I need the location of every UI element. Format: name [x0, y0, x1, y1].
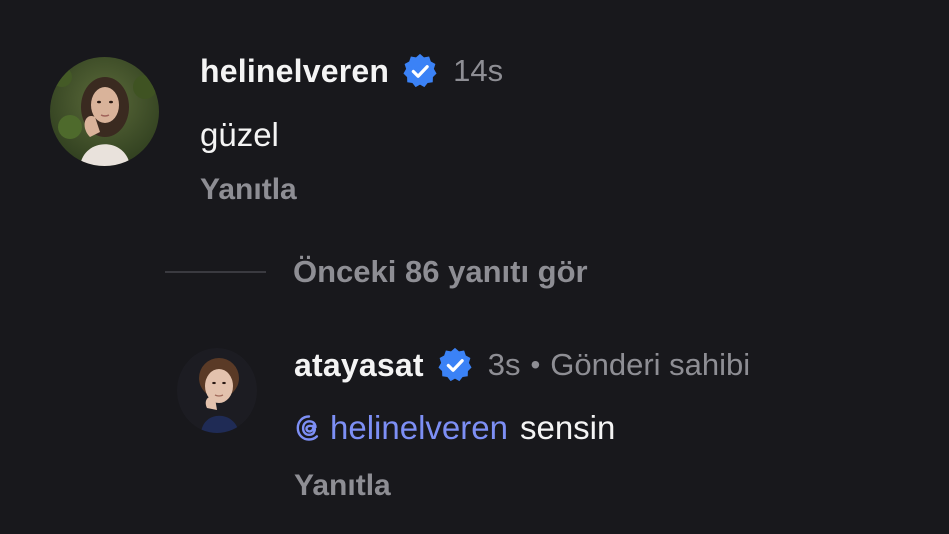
- comment-text: helinelveren sensin: [294, 409, 615, 447]
- mention-username: helinelveren: [330, 409, 508, 446]
- thread-line: [165, 271, 266, 273]
- separator-dot: •: [530, 349, 541, 380]
- verified-badge-icon: [436, 346, 474, 384]
- avatar-atayasat-image: [177, 348, 257, 433]
- comment-body: sensin: [519, 409, 616, 446]
- comment-header: atayasat 3s • Gönderi sahibi: [294, 344, 750, 386]
- reply-button[interactable]: Yanıtla: [294, 469, 391, 503]
- comment-text: güzel: [200, 116, 279, 153]
- reply-button[interactable]: Yanıtla: [200, 173, 297, 207]
- timestamp: 3s: [487, 347, 521, 382]
- verified-badge-icon: [401, 52, 439, 90]
- username[interactable]: helinelveren: [200, 53, 389, 90]
- mention-link[interactable]: helinelveren: [294, 409, 508, 447]
- comment-header: helinelveren 14s: [200, 50, 503, 92]
- post-author-tag: Gönderi sahibi: [550, 347, 751, 382]
- avatar-helinelveren[interactable]: [50, 57, 159, 166]
- timestamp: 14s: [453, 53, 504, 88]
- username[interactable]: atayasat: [294, 347, 424, 384]
- threads-at-icon: [294, 413, 324, 443]
- avatar-atayasat[interactable]: [177, 348, 257, 433]
- avatar-helinelveren-image: [50, 57, 159, 166]
- view-previous-replies-button[interactable]: Önceki 86 yanıtı gör: [293, 254, 588, 290]
